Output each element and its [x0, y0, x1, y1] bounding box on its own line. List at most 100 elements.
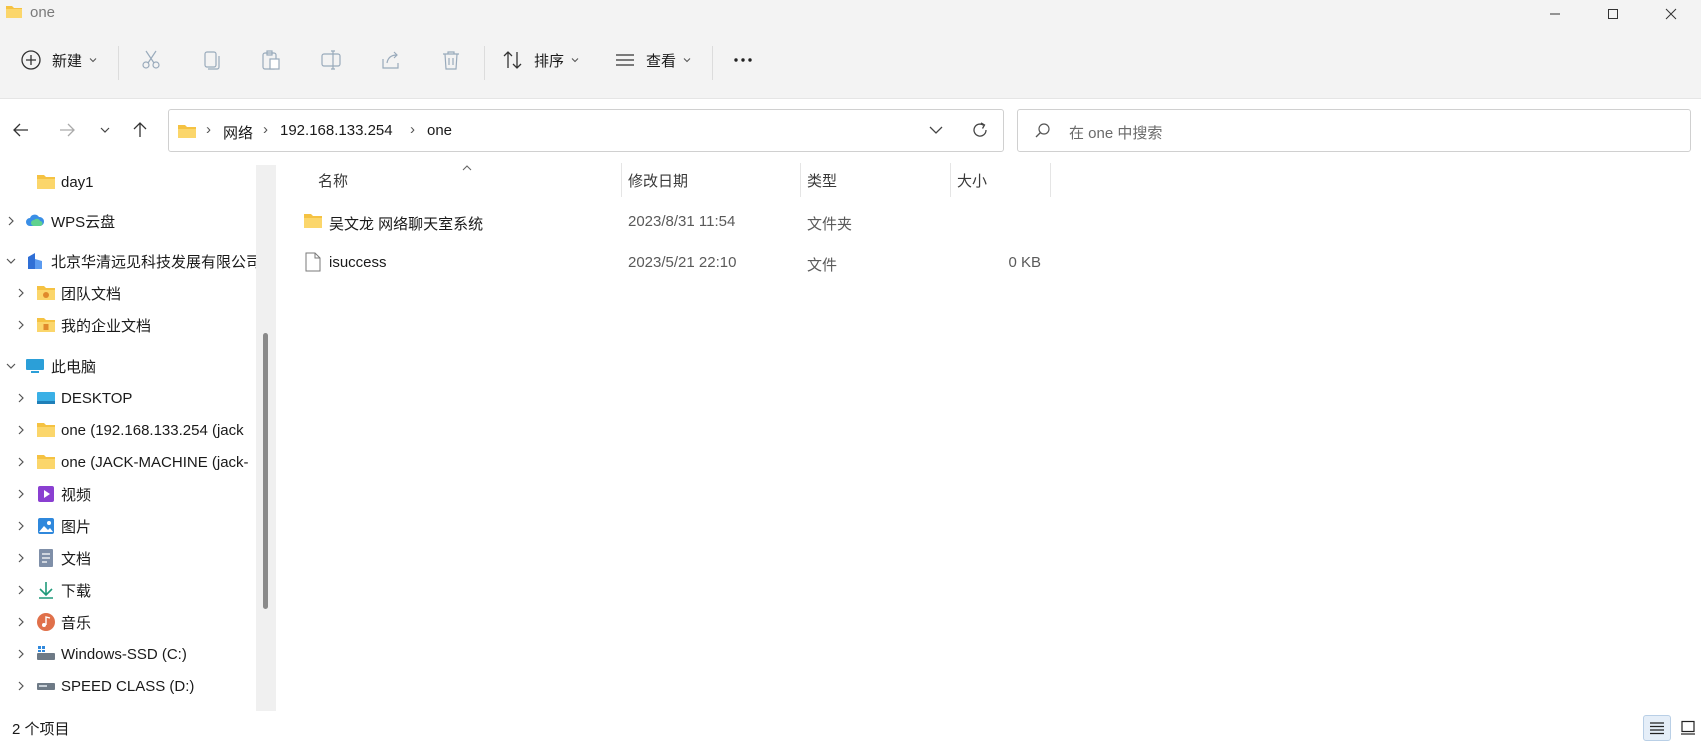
- documents-icon: [39, 549, 53, 567]
- chevron-down-icon[interactable]: [928, 122, 944, 138]
- file-row[interactable]: isuccess 2023/5/21 22:10 文件 0 KB: [277, 244, 1057, 282]
- minimize-button[interactable]: [1526, 0, 1584, 27]
- chevron-right-icon[interactable]: [15, 319, 27, 331]
- cut-icon: [142, 50, 160, 69]
- chevron-right-icon[interactable]: [15, 424, 27, 436]
- rename-button[interactable]: [320, 41, 342, 79]
- nav-label: one (192.168.133.254 (jack: [61, 421, 244, 439]
- address-row: › 网络 › 192.168.133.254 › one 在 one 中搜索: [0, 99, 1701, 161]
- back-button[interactable]: [6, 115, 36, 145]
- thumbnail-view-button[interactable]: [1675, 715, 1701, 741]
- chevron-down-icon[interactable]: [5, 255, 17, 267]
- breadcrumb-share[interactable]: one: [427, 122, 452, 139]
- chevron-right-icon[interactable]: [15, 520, 27, 532]
- chevron-right-icon[interactable]: [15, 584, 27, 596]
- cut-button[interactable]: [140, 41, 162, 79]
- desktop-icon: [37, 392, 55, 404]
- nav-item-enterprise-docs[interactable]: 我的企业文档: [0, 310, 256, 340]
- network-folder-icon: [37, 455, 55, 469]
- window-title: one: [30, 4, 56, 21]
- copy-button[interactable]: [200, 41, 222, 79]
- chevron-down-icon: [683, 58, 691, 63]
- nav-scrollbar-thumb[interactable]: [263, 333, 268, 609]
- view-button[interactable]: 查看: [614, 41, 692, 79]
- nav-item-network-share-1[interactable]: one (192.168.133.254 (jack: [0, 415, 256, 445]
- nav-item-drive-c[interactable]: Windows-SSD (C:): [0, 639, 256, 669]
- maximize-button[interactable]: [1584, 0, 1642, 27]
- view-label: 查看: [646, 52, 677, 70]
- refresh-icon[interactable]: [970, 120, 990, 140]
- downloads-icon: [39, 582, 53, 599]
- nav-item-drive-d[interactable]: SPEED CLASS (D:): [0, 671, 256, 701]
- nav-item-day1[interactable]: day1: [0, 167, 256, 197]
- column-divider[interactable]: [800, 163, 801, 197]
- nav-label: 文档: [61, 550, 92, 568]
- delete-button[interactable]: [440, 41, 462, 79]
- search-placeholder: 在 one 中搜索: [1069, 125, 1163, 142]
- share-icon: [382, 51, 399, 69]
- chevron-right-icon[interactable]: [15, 287, 27, 299]
- column-header-type[interactable]: 类型: [807, 170, 837, 191]
- toolbar-divider: [484, 46, 485, 80]
- file-list: 名称 修改日期 类型 大小 吴文龙 网络聊天室系统 2023/8/31 11:5…: [277, 161, 1701, 711]
- new-button[interactable]: 新建: [20, 41, 98, 79]
- chevron-down-icon[interactable]: [5, 360, 17, 372]
- delete-icon: [443, 51, 459, 70]
- breadcrumb-host[interactable]: 192.168.133.254: [280, 122, 393, 139]
- chevron-right-icon[interactable]: [15, 392, 27, 404]
- share-button[interactable]: [380, 41, 402, 79]
- breadcrumb-network[interactable]: 网络: [223, 122, 253, 143]
- nav-item-music[interactable]: 音乐: [0, 607, 256, 637]
- arrow-right-icon: [60, 123, 75, 137]
- paste-button[interactable]: [260, 41, 282, 79]
- up-button[interactable]: [125, 115, 155, 145]
- chevron-right-icon[interactable]: [15, 616, 27, 628]
- folder-icon: [6, 6, 22, 18]
- sort-icon: [503, 51, 522, 69]
- chevron-right-icon[interactable]: [15, 552, 27, 564]
- nav-item-wps-cloud[interactable]: WPS云盘: [0, 206, 256, 236]
- status-bar: 2 个项目: [0, 711, 1701, 745]
- nav-item-network-share-2[interactable]: one (JACK-MACHINE (jack-: [0, 447, 256, 477]
- column-header-size[interactable]: 大小: [957, 170, 987, 191]
- recent-locations-button[interactable]: [90, 115, 120, 145]
- file-row[interactable]: 吴文龙 网络聊天室系统 2023/8/31 11:54 文件夹: [277, 203, 1057, 241]
- column-divider[interactable]: [950, 163, 951, 197]
- chevron-right-icon[interactable]: [5, 215, 17, 227]
- nav-item-videos[interactable]: 视频: [0, 479, 256, 509]
- column-header-modified[interactable]: 修改日期: [628, 170, 688, 191]
- music-icon: [37, 613, 55, 631]
- nav-item-pictures[interactable]: 图片: [0, 511, 256, 541]
- address-bar[interactable]: › 网络 › 192.168.133.254 › one: [168, 109, 1004, 152]
- nav-item-company[interactable]: 北京华清远见科技发展有限公司: [0, 246, 256, 276]
- nav-item-team-docs[interactable]: 团队文档: [0, 278, 256, 308]
- file-name: 吴文龙 网络聊天室系统: [329, 216, 484, 233]
- file-type: 文件夹: [807, 216, 853, 233]
- view-icon: [616, 54, 634, 66]
- nav-item-desktop[interactable]: DESKTOP: [0, 383, 256, 413]
- column-header-name[interactable]: 名称: [318, 170, 348, 191]
- new-label: 新建: [52, 52, 83, 70]
- rename-icon: [321, 50, 341, 70]
- nav-item-downloads[interactable]: 下载: [0, 575, 256, 605]
- nav-label: 此电脑: [51, 358, 97, 376]
- forward-button[interactable]: [52, 115, 82, 145]
- network-folder-icon: [37, 423, 55, 437]
- nav-item-documents[interactable]: 文档: [0, 543, 256, 573]
- chevron-right-icon[interactable]: [15, 680, 27, 692]
- chevron-right-icon[interactable]: [15, 456, 27, 468]
- sort-button[interactable]: 排序: [502, 41, 580, 79]
- nav-label: day1: [61, 173, 94, 191]
- chevron-right-icon[interactable]: [15, 648, 27, 660]
- column-divider[interactable]: [1050, 163, 1051, 197]
- chevron-down-icon: [571, 58, 579, 63]
- team-folder-icon: [37, 286, 55, 300]
- close-button[interactable]: [1642, 0, 1700, 27]
- more-button[interactable]: [732, 41, 754, 79]
- nav-item-this-pc[interactable]: 此电脑: [0, 351, 256, 381]
- column-divider[interactable]: [621, 163, 622, 197]
- search-box[interactable]: 在 one 中搜索: [1017, 109, 1691, 152]
- chevron-right-icon[interactable]: [15, 488, 27, 500]
- details-view-button[interactable]: [1643, 715, 1671, 741]
- pictures-icon: [38, 518, 54, 534]
